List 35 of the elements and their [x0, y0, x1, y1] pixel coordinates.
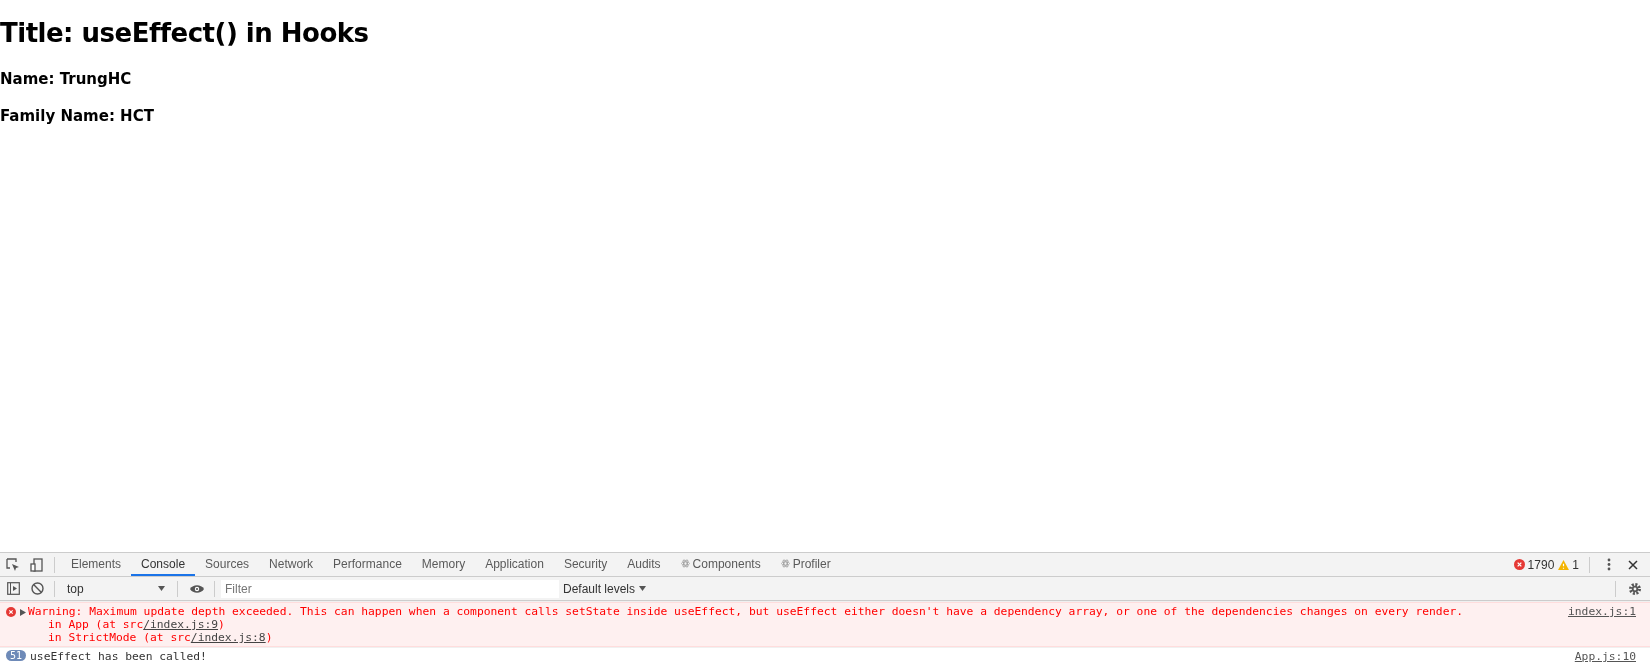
context-select[interactable]: top: [61, 577, 171, 600]
caret-icon: [158, 586, 165, 591]
filter-field[interactable]: Filter: [221, 579, 559, 598]
error-count: 1790: [1527, 557, 1555, 572]
stack-line: in App (at src/index.js:9): [48, 618, 226, 631]
expand-arrow-icon[interactable]: [20, 609, 26, 616]
devtools-tab[interactable]: Application: [475, 553, 554, 576]
warning-count: 1: [1572, 557, 1579, 572]
page-heading: Name: TrungHC: [0, 70, 133, 88]
message-text: useEffect has been called!: [30, 650, 208, 663]
levels-dropdown[interactable]: Default levels: [563, 581, 647, 596]
devtools-tab[interactable]: Network: [259, 553, 324, 576]
page-heading: Family Name: HCT: [0, 107, 155, 125]
page-title: Title: useEffect() in Hooks: [0, 18, 370, 48]
devtools-tab[interactable]: Security: [553, 553, 618, 576]
error-icon: [1513, 559, 1525, 570]
atom-icon: [680, 559, 690, 568]
source-link[interactable]: App.js:10: [1574, 650, 1636, 663]
caret-icon: [639, 586, 647, 591]
devtools-tab[interactable]: Profiler: [770, 553, 841, 576]
atom-icon: [780, 559, 790, 568]
error-icon: [6, 607, 16, 617]
devtools-tab[interactable]: Performance: [323, 553, 412, 576]
source-link[interactable]: /index.js:8: [190, 631, 266, 644]
devtools-tab[interactable]: Audits: [617, 553, 671, 576]
devtools-tab[interactable]: Memory: [411, 553, 476, 576]
repeat-count: 51: [6, 650, 27, 661]
stack-line: in StrictMode (at src/index.js:8): [48, 631, 274, 644]
message-text: Warning: Maximum update depth exceeded. This can happen when a component calls setState inside useEffect, but useEffect either doesn't have a dependency array, or one of the dependencies changes on every render.: [28, 605, 1465, 618]
devtools-tab[interactable]: Elements: [61, 553, 132, 576]
source-link[interactable]: index.js:1: [1568, 605, 1636, 618]
devtools-tab[interactable]: Components: [670, 553, 771, 576]
devtools-tab[interactable]: Sources: [195, 553, 260, 576]
source-link[interactable]: /index.js:9: [143, 618, 219, 631]
warning-icon: [1558, 559, 1570, 570]
